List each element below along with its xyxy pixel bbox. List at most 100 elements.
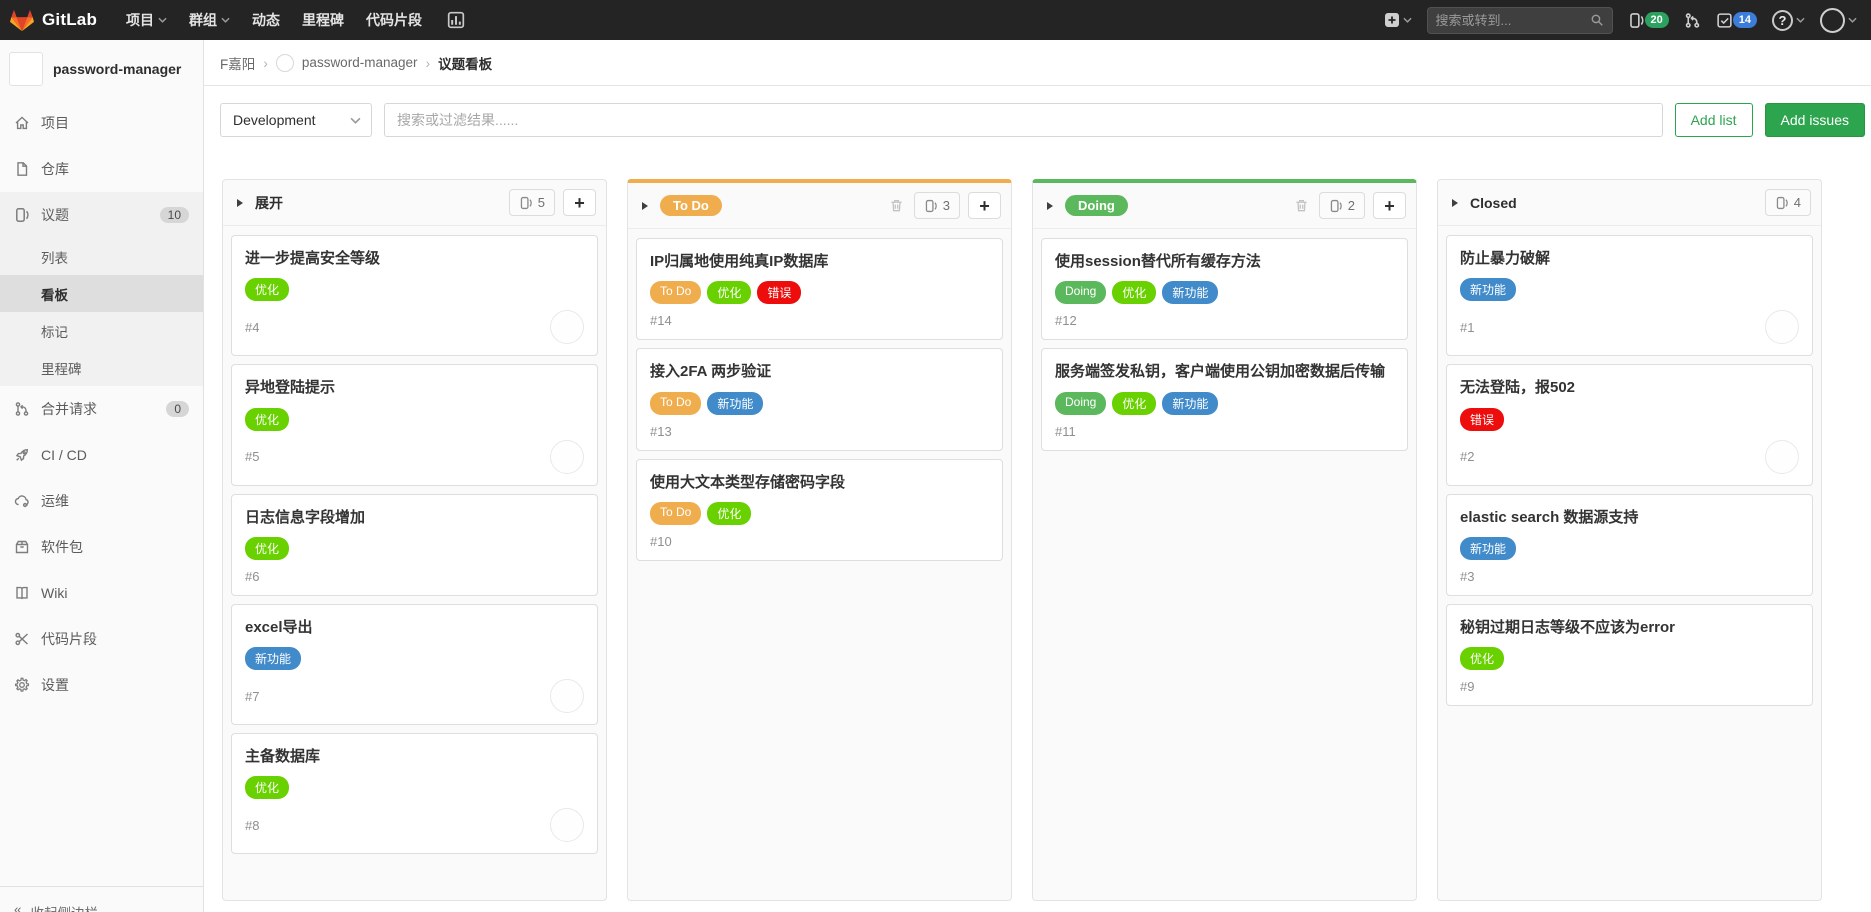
user-menu-button[interactable] [1820,8,1857,33]
nav-chart-button[interactable] [439,11,473,29]
milestone-dropdown[interactable]: Development [220,103,372,137]
issue-card[interactable]: 接入2FA 两步验证To Do新功能#13 [636,348,1003,450]
issue-card[interactable]: IP归属地使用纯真IP数据库To Do优化错误#14 [636,238,1003,340]
issue-label-doing[interactable]: Doing [1055,392,1106,415]
breadcrumb-group-link[interactable]: F嘉阳 [220,53,255,73]
issue-card-title[interactable]: 接入2FA 两步验证 [650,362,989,382]
issue-label-todo[interactable]: To Do [650,392,701,415]
issue-label-todo[interactable]: To Do [650,502,701,525]
issue-card[interactable]: excel导出新功能 #7 [231,604,598,725]
column-delete-button[interactable] [1294,198,1309,213]
issue-card-title[interactable]: excel导出 [245,618,584,638]
nav-item-projects[interactable]: 项目 [115,0,178,40]
gitlab-logo[interactable]: GitLab [10,9,97,32]
nav-todos-button[interactable]: 14 [1716,12,1757,29]
issue-label-feat[interactable]: 新功能 [1460,537,1516,560]
nav-item-milestones[interactable]: 里程碑 [291,0,355,40]
issue-card[interactable]: 进一步提高安全等级优化#4 [231,235,598,356]
nav-item-snippets[interactable]: 代码片段 [355,0,433,40]
board-search-input[interactable] [384,103,1663,137]
add-list-button[interactable]: Add list [1675,103,1753,137]
add-card-button[interactable]: + [563,189,596,216]
issue-card-title[interactable]: 使用大文本类型存储密码字段 [650,473,989,493]
sidebar-item-wiki[interactable]: Wiki [0,570,203,616]
issue-label-feat[interactable]: 新功能 [1162,392,1218,415]
sidebar-item-merge-requests[interactable]: 合并请求 0 [0,386,203,432]
column-caret-icon[interactable] [642,202,648,210]
sidebar-item-repository[interactable]: 仓库 [0,146,203,192]
sidebar-item-labels[interactable]: 标记 [0,312,203,349]
issue-label-doing[interactable]: Doing [1055,281,1106,304]
issue-card-title[interactable]: 异地登陆提示 [245,378,584,398]
add-issues-button[interactable]: Add issues [1765,103,1865,137]
issue-label-bug[interactable]: 错误 [1460,408,1504,431]
sidebar-item-snippets[interactable]: 代码片段 [0,616,203,662]
issue-label-feat[interactable]: 新功能 [245,647,301,670]
help-menu-button[interactable]: ? [1772,10,1805,31]
issue-label-opt[interactable]: 优化 [1112,281,1156,304]
issue-card[interactable]: 秘钥过期日志等级不应该为error 优化 #9 [1446,604,1813,706]
issue-ref: #9 [1460,679,1474,694]
issue-label-feat[interactable]: 新功能 [1460,278,1516,301]
new-menu-button[interactable] [1384,12,1412,28]
issue-card[interactable]: 异地登陆提示优化#5 [231,364,598,485]
issue-label-opt[interactable]: 优化 [245,408,289,431]
issue-card[interactable]: 无法登陆，报502错误#2 [1446,364,1813,485]
sidebar-item-milestones[interactable]: 里程碑 [0,349,203,386]
issue-label-opt[interactable]: 优化 [245,776,289,799]
issue-card[interactable]: 日志信息字段增加优化#6 [231,494,598,596]
sidebar-collapse-button[interactable]: « 收起侧边栏 [0,886,203,912]
column-issue-count-value: 3 [943,198,950,213]
global-search-input[interactable] [1436,13,1590,28]
add-card-button[interactable]: + [968,192,1001,219]
issue-card-labels: 优化 [1460,647,1799,670]
issue-card[interactable]: 主备数据库优化#8 [231,733,598,854]
issue-card-footer: #7 [245,679,584,713]
sidebar-item-operations[interactable]: 运维 [0,478,203,524]
issue-label-feat[interactable]: 新功能 [707,392,763,415]
issue-card-title[interactable]: 主备数据库 [245,747,584,767]
sidebar-item-settings[interactable]: 设置 [0,662,203,708]
issue-card-title[interactable]: 服务端签发私钥，客户端使用公钥加密数据后传输 [1055,362,1394,382]
issue-card[interactable]: elastic search 数据源支持新功能#3 [1446,494,1813,596]
sidebar-item-issues[interactable]: 议题 10 [0,192,203,238]
issue-card-title[interactable]: elastic search 数据源支持 [1460,508,1799,528]
issues-icon [14,207,30,223]
issue-card-title[interactable]: 秘钥过期日志等级不应该为error [1460,618,1799,638]
breadcrumb-project-link[interactable]: password-manager [302,55,418,70]
issue-label-bug[interactable]: 错误 [757,281,801,304]
issue-card-title[interactable]: 无法登陆，报502 [1460,378,1799,398]
issue-card-title[interactable]: 使用session替代所有缓存方法 [1055,252,1394,272]
column-caret-icon[interactable] [237,199,243,207]
issue-label-todo[interactable]: To Do [650,281,701,304]
column-caret-icon[interactable] [1452,199,1458,207]
issue-card[interactable]: 使用大文本类型存储密码字段To Do优化#10 [636,459,1003,561]
sidebar-item-packages[interactable]: 软件包 [0,524,203,570]
issue-card[interactable]: 使用session替代所有缓存方法Doing优化新功能#12 [1041,238,1408,340]
add-card-button[interactable]: + [1373,192,1406,219]
column-delete-button[interactable] [889,198,904,213]
issue-card-title[interactable]: IP归属地使用纯真IP数据库 [650,252,989,272]
sidebar-item-project[interactable]: 项目 [0,100,203,146]
sidebar-item-issue-list[interactable]: 列表 [0,238,203,275]
issue-card[interactable]: 服务端签发私钥，客户端使用公钥加密数据后传输Doing优化新功能#11 [1041,348,1408,450]
project-header[interactable]: password-manager [0,40,203,100]
issue-label-opt[interactable]: 优化 [1112,392,1156,415]
issue-label-opt[interactable]: 优化 [707,502,751,525]
sidebar-item-cicd[interactable]: CI / CD [0,432,203,478]
issue-label-feat[interactable]: 新功能 [1162,281,1218,304]
issue-card[interactable]: 防止暴力破解新功能#1 [1446,235,1813,356]
nav-item-groups[interactable]: 群组 [178,0,241,40]
issue-card-title[interactable]: 日志信息字段增加 [245,508,584,528]
issue-label-opt[interactable]: 优化 [707,281,751,304]
column-caret-icon[interactable] [1047,202,1053,210]
issue-card-title[interactable]: 进一步提高安全等级 [245,249,584,269]
nav-merge-requests-button[interactable] [1684,12,1701,29]
nav-item-activity[interactable]: 动态 [241,0,291,40]
issue-label-opt[interactable]: 优化 [245,537,289,560]
sidebar-item-boards[interactable]: 看板 [0,275,203,312]
nav-issues-button[interactable]: 20 [1628,12,1669,29]
issue-card-title[interactable]: 防止暴力破解 [1460,249,1799,269]
issue-label-opt[interactable]: 优化 [245,278,289,301]
issue-label-opt[interactable]: 优化 [1460,647,1504,670]
